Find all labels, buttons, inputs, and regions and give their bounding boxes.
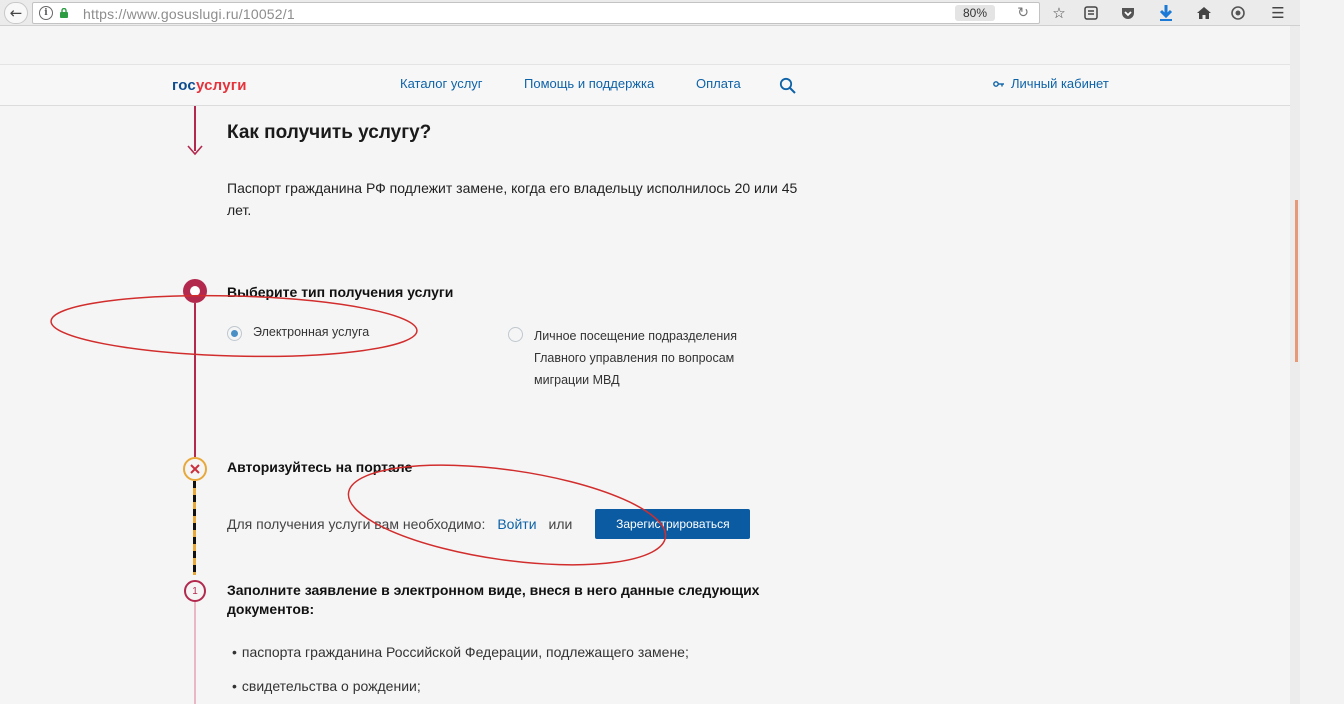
lock-icon xyxy=(60,8,68,18)
back-icon[interactable]: ← xyxy=(4,2,28,24)
scrollbar-thumb[interactable] xyxy=(1295,200,1298,362)
page: госуслуги Каталог услуг Помощь и поддерж… xyxy=(0,26,1290,704)
address-bar[interactable]: i https://www.gosuslugi.ru/10052/1 80% ↻ xyxy=(32,2,1040,24)
bookmark-star-icon[interactable]: ☆ xyxy=(1049,3,1069,23)
reload-icon[interactable]: ↻ xyxy=(1017,5,1029,21)
download-icon[interactable] xyxy=(1156,3,1176,23)
info-icon[interactable]: i xyxy=(39,6,53,20)
url-text[interactable]: https://www.gosuslugi.ru/10052/1 xyxy=(83,6,295,22)
sync-icon[interactable] xyxy=(1228,3,1248,23)
annotation-overlay xyxy=(50,294,667,566)
reader-icon[interactable] xyxy=(1081,3,1101,23)
scrollbar-track[interactable] xyxy=(1290,26,1300,704)
zoom-level[interactable]: 80% xyxy=(954,5,995,21)
window-edge xyxy=(1300,0,1344,704)
annotation-ellipse-login xyxy=(347,464,667,566)
pocket-icon[interactable] xyxy=(1118,3,1138,23)
annotation-ellipse-electronic xyxy=(50,294,418,358)
browser-toolbar: ← i https://www.gosuslugi.ru/10052/1 80%… xyxy=(0,0,1300,26)
menu-icon[interactable]: ☰ xyxy=(1268,3,1288,23)
home-icon[interactable] xyxy=(1194,3,1214,23)
